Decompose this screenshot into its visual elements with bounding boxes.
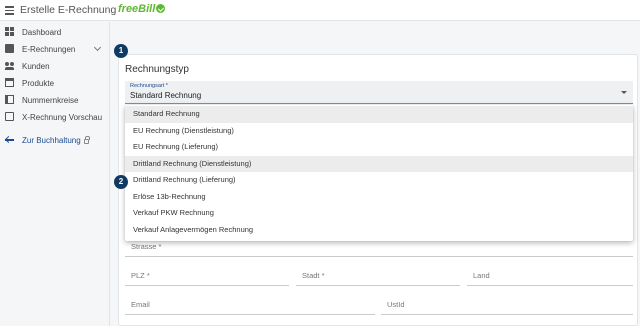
sidebar-item-label: Nummernkreise <box>22 96 79 105</box>
sidebar-item-label: Produkte <box>22 79 55 88</box>
land-field[interactable]: Land <box>467 265 633 286</box>
sidebar-item-zur-buchhaltung[interactable]: Zur Buchhaltung <box>0 132 110 148</box>
sidebar-item-label: Zur Buchhaltung <box>22 136 90 145</box>
email-field[interactable]: Email <box>125 294 375 315</box>
dropdown-option[interactable]: EU Rechnung (Lieferung) <box>125 139 633 156</box>
dropdown-option[interactable]: Verkauf PKW Rechnung <box>125 205 633 222</box>
dropdown-option[interactable]: EU Rechnung (Dienstleistung) <box>125 123 633 140</box>
sidebar-item-x-rechnung-vorschau[interactable]: X-Rechnung Vorschau <box>0 109 110 125</box>
select-value: Standard Rechnung <box>130 91 202 100</box>
plz-placeholder: PLZ * <box>131 271 150 280</box>
invoice-icon <box>5 44 14 53</box>
sidebar-item-nummernkreise[interactable]: Nummernkreise <box>0 92 110 108</box>
people-icon <box>5 61 14 70</box>
step-badge-2: 2 <box>114 175 128 189</box>
rechnungsart-select[interactable]: Rechnungsart * Standard Rechnung <box>125 81 633 104</box>
stadt-field[interactable]: Stadt * <box>296 265 460 286</box>
ustid-field[interactable]: UstId <box>381 294 633 315</box>
step-badge-1: 1 <box>114 44 128 58</box>
sidebar-item-kunden[interactable]: Kunden <box>0 58 110 74</box>
check-icon <box>156 4 166 13</box>
book-icon <box>5 95 14 104</box>
logo-text: freeBill <box>118 3 156 15</box>
rechnungsart-dropdown-menu: Standard Rechnung EU Rechnung (Dienstlei… <box>125 105 633 241</box>
plz-field[interactable]: PLZ * <box>125 265 289 286</box>
sidebar-item-produkte[interactable]: Produkte <box>0 75 110 91</box>
dropdown-option[interactable]: Standard Rechnung <box>125 106 633 123</box>
menu-icon[interactable] <box>5 6 14 15</box>
dropdown-option[interactable]: Drittland Rechnung (Lieferung) <box>125 172 633 189</box>
stadt-placeholder: Stadt * <box>302 271 325 280</box>
ustid-placeholder: UstId <box>387 300 405 309</box>
freebill-logo[interactable]: freeBill <box>118 3 166 15</box>
select-label: Rechnungsart * <box>130 83 168 89</box>
strasse-placeholder: Strasse * <box>131 242 162 251</box>
dropdown-option[interactable]: Erlöse 13b-Rechnung <box>125 189 633 206</box>
dropdown-option[interactable]: Verkauf Anlagevermögen Rechnung <box>125 222 633 239</box>
sidebar-item-dashboard[interactable]: Dashboard <box>0 24 110 40</box>
sidebar: Dashboard E-Rechnungen Kunden Produkte N… <box>0 22 110 326</box>
sidebar-item-label: X-Rechnung Vorschau <box>22 113 103 122</box>
box-icon <box>5 78 14 87</box>
dropdown-option[interactable]: Drittland Rechnung (Dienstleistung) <box>125 155 633 172</box>
sidebar-item-label: Dashboard <box>22 28 62 37</box>
email-placeholder: Email <box>131 300 150 309</box>
chevron-down-icon[interactable] <box>93 43 102 52</box>
back-link-label: Zur Buchhaltung <box>22 136 81 145</box>
code-icon <box>5 112 14 121</box>
top-bar: Erstelle E-Rechnung freeBill <box>0 0 640 21</box>
sidebar-item-label: Kunden <box>22 62 50 71</box>
dashboard-icon <box>5 27 14 36</box>
arrow-left-icon <box>5 135 14 144</box>
lock-icon <box>83 136 90 144</box>
land-placeholder: Land <box>473 271 490 280</box>
app-title: Erstelle E-Rechnung <box>20 4 117 16</box>
main-content: 1 2 Rechnungstyp Rechnungsart * Standard… <box>111 22 640 326</box>
section-title: Rechnungstyp <box>125 64 189 75</box>
sidebar-item-e-rechnungen[interactable]: E-Rechnungen <box>0 41 110 57</box>
sidebar-item-label: E-Rechnungen <box>22 45 76 54</box>
caret-down-icon[interactable] <box>621 91 627 94</box>
